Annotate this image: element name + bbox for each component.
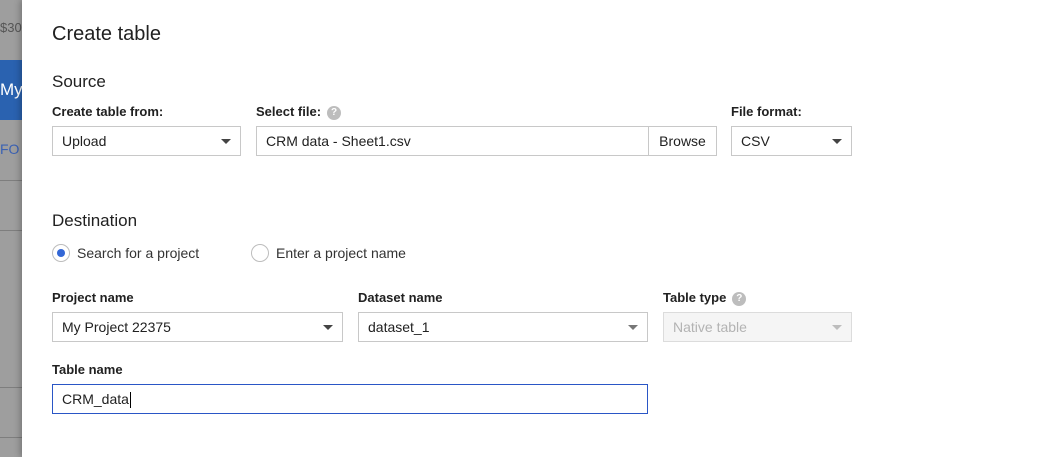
background-divider xyxy=(0,437,22,438)
background-tab: My xyxy=(0,60,22,120)
table-name-input[interactable]: CRM_data xyxy=(52,384,648,414)
background-divider xyxy=(0,230,22,231)
radio-checked-icon xyxy=(52,244,70,262)
help-icon[interactable]: ? xyxy=(327,105,342,120)
table-type-label: Table type xyxy=(663,290,727,305)
help-icon[interactable]: ? xyxy=(732,291,747,306)
create-from-value: Upload xyxy=(62,133,107,149)
radio-search-project[interactable]: Search for a project xyxy=(52,244,199,262)
select-file-label-wrap: Select file:? xyxy=(256,104,342,120)
dataset-name-value: dataset_1 xyxy=(368,319,430,335)
project-name-label: Project name xyxy=(52,290,134,305)
create-from-select[interactable]: Upload xyxy=(52,126,241,156)
radio-enter-project[interactable]: Enter a project name xyxy=(251,244,406,262)
file-format-value: CSV xyxy=(741,133,770,149)
destination-heading: Destination xyxy=(52,211,138,230)
browse-button[interactable]: Browse xyxy=(648,126,717,156)
dataset-name-label: Dataset name xyxy=(358,290,443,305)
background-fo-text: FO xyxy=(0,141,20,157)
chevron-down-icon xyxy=(832,139,842,144)
table-name-label: Table name xyxy=(52,362,123,377)
dataset-name-select[interactable]: dataset_1 xyxy=(358,312,648,342)
select-file-value: CRM data - Sheet1.csv xyxy=(266,133,411,149)
project-name-select[interactable]: My Project 22375 xyxy=(52,312,343,342)
table-type-select: Native table xyxy=(663,312,852,342)
dialog-title: Create table xyxy=(52,23,161,45)
table-type-value: Native table xyxy=(673,319,747,335)
radio-enter-label: Enter a project name xyxy=(276,245,406,261)
source-heading: Source xyxy=(52,72,106,91)
chevron-down-icon xyxy=(832,325,842,330)
file-format-select[interactable]: CSV xyxy=(731,126,852,156)
create-table-dialog: Create table Source Create table from: U… xyxy=(22,0,1045,457)
table-type-label-wrap: Table type? xyxy=(663,290,747,306)
background-price-text: $30 xyxy=(0,20,22,35)
file-format-label: File format: xyxy=(731,104,802,119)
radio-unchecked-icon xyxy=(251,244,269,262)
radio-search-label: Search for a project xyxy=(77,245,200,261)
chevron-down-icon xyxy=(221,139,231,144)
text-cursor xyxy=(129,392,131,409)
create-from-label: Create table from: xyxy=(52,104,164,119)
select-file-label: Select file: xyxy=(256,104,322,119)
chevron-down-icon xyxy=(628,325,638,330)
background-divider xyxy=(0,180,22,181)
background-tab-text: My xyxy=(0,80,22,99)
background-page: $30 My FO xyxy=(0,0,22,457)
project-name-value: My Project 22375 xyxy=(62,319,171,335)
chevron-down-icon xyxy=(323,325,333,330)
background-divider xyxy=(0,387,22,388)
table-name-value: CRM_data xyxy=(62,391,129,407)
select-file-field[interactable]: CRM data - Sheet1.csv xyxy=(256,126,650,156)
